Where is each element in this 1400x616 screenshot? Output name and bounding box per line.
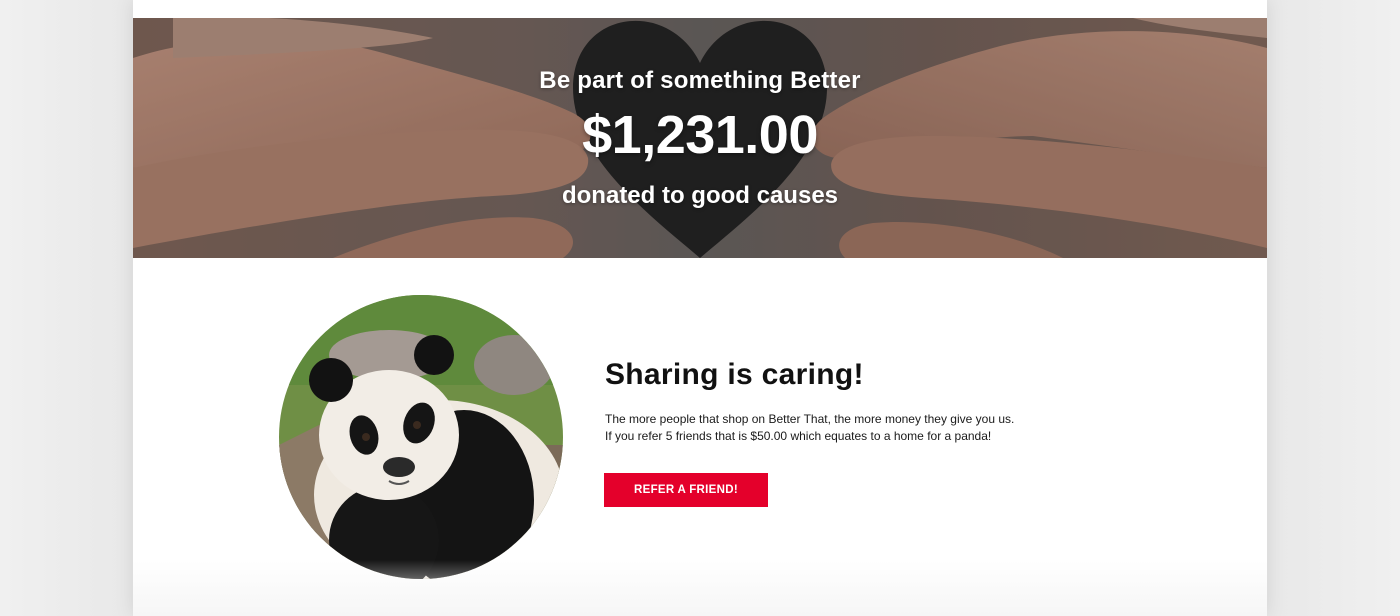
page-content: Be part of something Better $1,231.00 do… <box>133 0 1267 616</box>
donation-hero-banner: Be part of something Better $1,231.00 do… <box>133 18 1267 258</box>
description-line-1: The more people that shop on Better That… <box>605 412 1015 426</box>
section-heading: Sharing is caring! <box>605 358 864 391</box>
donation-total: $1,231.00 <box>582 105 818 165</box>
section-description: The more people that shop on Better That… <box>605 411 1125 445</box>
panda-image <box>279 295 563 579</box>
refer-a-friend-button[interactable]: REFER A FRIEND! <box>604 473 768 507</box>
hero-subtitle: donated to good causes <box>561 182 839 209</box>
browser-viewport: Be part of something Better $1,231.00 do… <box>0 0 1400 616</box>
bottom-fade <box>133 560 1267 616</box>
description-line-2: If you refer 5 friends that is $50.00 wh… <box>605 429 992 443</box>
hero-text-block: Be part of something Better $1,231.00 do… <box>133 18 1267 258</box>
hero-kicker: Be part of something Better <box>539 67 861 94</box>
